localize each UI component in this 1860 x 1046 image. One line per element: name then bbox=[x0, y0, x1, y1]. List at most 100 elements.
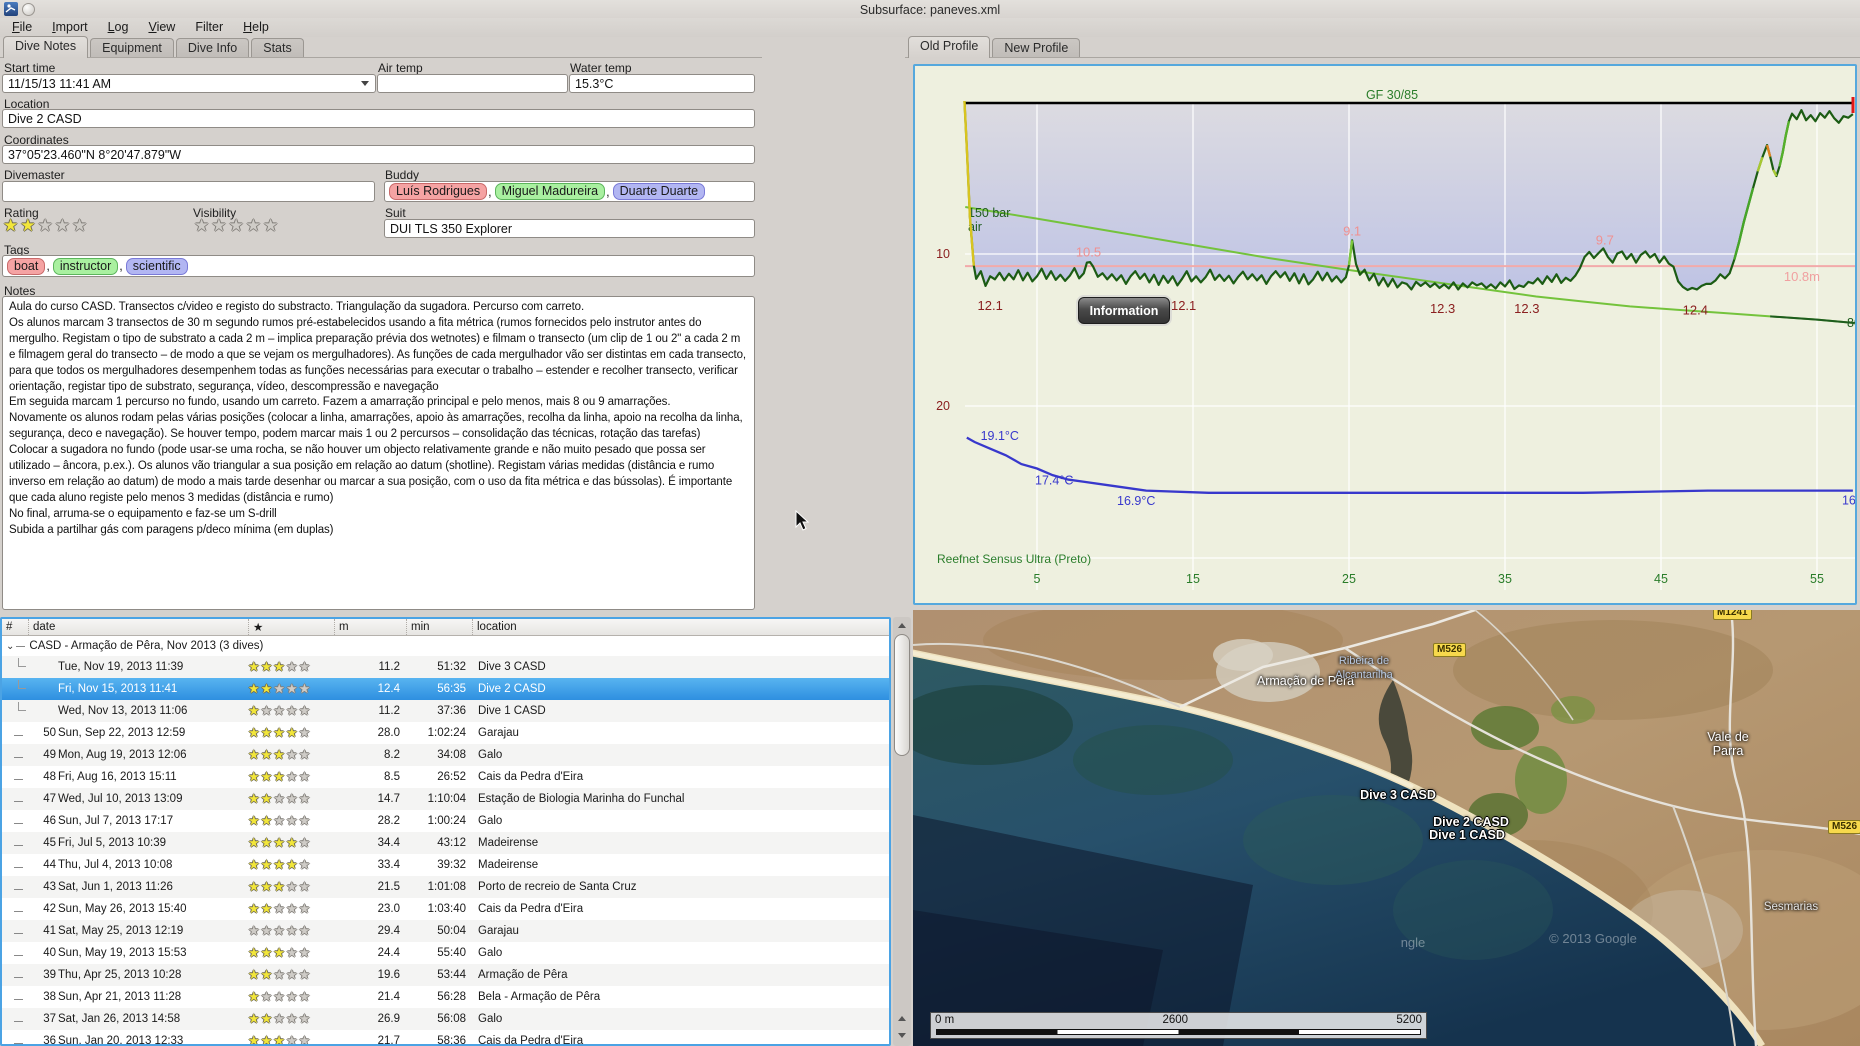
tags-input[interactable]: boat, instructor, scientific bbox=[2, 255, 755, 277]
location-input[interactable] bbox=[2, 109, 755, 128]
dive-row[interactable]: 39 Thu, Apr 25, 2013 10:28 ★★★★★ 19.6 53:44 A… bbox=[2, 964, 889, 986]
expander-icon[interactable]: ⌄ bbox=[6, 641, 14, 652]
map-label-vale-de-parra: Vale de Parra bbox=[1707, 730, 1749, 758]
col-duration[interactable]: min bbox=[406, 619, 472, 635]
tab-equipment[interactable]: Equipment bbox=[90, 38, 174, 58]
dive-list-scrollbar[interactable] bbox=[893, 617, 911, 1046]
menu-view[interactable]: View bbox=[138, 18, 185, 37]
buddy-chip[interactable]: Duarte Duarte bbox=[612, 183, 706, 200]
scroll-up-icon[interactable] bbox=[894, 1011, 910, 1026]
scroll-up-icon[interactable] bbox=[894, 618, 910, 633]
left-tabbar: Dive Notes Equipment Dive Info Stats bbox=[3, 36, 304, 58]
trip-group-row[interactable]: ⌄ CASD - Armação de Pêra, Nov 2013 (3 di… bbox=[2, 636, 889, 656]
scroll-down-icon[interactable] bbox=[894, 1028, 910, 1043]
dive-row[interactable]: 41 Sat, May 25, 2013 12:19 ★★★★★ 29.4 50:04 G… bbox=[2, 920, 889, 942]
dive-profile-chart: 10.8m150 barair8019.1°C17.4°C16.9°C1612.… bbox=[913, 64, 1857, 605]
time-axis-tick: 5 bbox=[1034, 572, 1041, 586]
depth-annotation: 12.3 bbox=[1514, 301, 1539, 316]
dive-row[interactable]: 45 Fri, Jul 5, 2013 10:39 ★★★★★ 34.4 43:12 Ma… bbox=[2, 832, 889, 854]
depth-axis-tick: 10 bbox=[936, 247, 950, 261]
chevron-down-icon[interactable] bbox=[361, 79, 370, 88]
notes-textarea[interactable]: Aula do curso CASD. Transectos c/video e… bbox=[2, 296, 755, 610]
water-temp-input[interactable] bbox=[569, 74, 755, 93]
dive-row[interactable]: 47 Wed, Jul 10, 2013 13:09 ★★★★★ 14.7 1:10:0… bbox=[2, 788, 889, 810]
tag-chip[interactable]: scientific bbox=[125, 257, 188, 275]
dive-row[interactable]: 36 Sun, Jan 20, 2013 12:33 ★★★★★ 21.7 58:36 C… bbox=[2, 1030, 889, 1044]
pressure-start-label: 150 bar bbox=[968, 206, 1010, 220]
tab-new-profile[interactable]: New Profile bbox=[992, 38, 1081, 58]
coordinates-input[interactable] bbox=[2, 145, 755, 164]
temperature-label: 17.4°C bbox=[1035, 474, 1073, 488]
scrollbar-thumb[interactable] bbox=[894, 634, 910, 756]
menubar: File Import Log View Filter Help bbox=[0, 18, 1860, 37]
map-marker-dive-1-casd[interactable]: Dive 1 CASD bbox=[1421, 828, 1513, 842]
depth-annotation: 12.1 bbox=[978, 298, 1003, 313]
air-temp-label: Air temp bbox=[378, 61, 423, 75]
tag-chip[interactable]: instructor bbox=[52, 257, 119, 275]
col-num[interactable]: # bbox=[2, 621, 28, 633]
col-stars[interactable]: ★ bbox=[248, 619, 334, 635]
information-button[interactable]: Information bbox=[1078, 297, 1170, 324]
dive-site-map[interactable]: Armação de Pêra Ribeira de Alcantarilha … bbox=[913, 610, 1860, 1046]
map-marker-dive-2-casd[interactable]: Dive 2 CASD bbox=[1425, 815, 1517, 829]
start-time-input[interactable] bbox=[2, 74, 376, 93]
time-axis-tick: 35 bbox=[1498, 572, 1512, 586]
tree-line bbox=[16, 645, 26, 647]
titlebar: Subsurface: paneves.xml bbox=[0, 0, 1860, 18]
tab-dive-info[interactable]: Dive Info bbox=[175, 38, 250, 58]
dive-row[interactable]: 44 Thu, Jul 4, 2013 10:08 ★★★★★ 33.4 39:32 Ma… bbox=[2, 854, 889, 876]
dive-row[interactable]: 48 Fri, Aug 16, 2013 15:11 ★★★★★ 8.5 26:52 Ca… bbox=[2, 766, 889, 788]
visibility-stars[interactable]: ★★★★★ bbox=[194, 216, 280, 236]
temperature-label: 19.1°C bbox=[981, 429, 1019, 443]
dive-row[interactable]: 43 Sat, Jun 1, 2013 11:26 ★★★★★ 21.5 1:01:08… bbox=[2, 876, 889, 898]
divemaster-label: Divemaster bbox=[4, 168, 65, 182]
start-time-combo[interactable] bbox=[2, 74, 376, 93]
map-label-ribeira-de-alcantarilha: Ribeira de Alcantarilha bbox=[1335, 655, 1393, 681]
tab-old-profile[interactable]: Old Profile bbox=[908, 36, 991, 58]
depth-axis-tick: 20 bbox=[936, 399, 950, 413]
dive-row[interactable]: Fri, Nov 15, 2013 11:41 ★★★★★ 12.4 56:35 Div… bbox=[2, 678, 889, 700]
dive-row[interactable]: 46 Sun, Jul 7, 2013 17:17 ★★★★★ 28.2 1:00:24… bbox=[2, 810, 889, 832]
tab-dive-notes[interactable]: Dive Notes bbox=[3, 36, 89, 58]
profile-tab-divider bbox=[905, 57, 1860, 58]
buddy-chip[interactable]: Luís Rodrigues bbox=[389, 183, 488, 200]
air-temp-input[interactable] bbox=[377, 74, 568, 93]
map-marker-dive-3-casd[interactable]: Dive 3 CASD bbox=[1353, 788, 1443, 802]
dive-row[interactable]: 40 Sun, May 19, 2013 15:53 ★★★★★ 24.4 55:40 G… bbox=[2, 942, 889, 964]
menu-import[interactable]: Import bbox=[42, 18, 97, 37]
dive-row[interactable]: 37 Sat, Jan 26, 2013 14:58 ★★★★★ 26.9 56:08 G… bbox=[2, 1008, 889, 1030]
menu-filter[interactable]: Filter bbox=[185, 18, 233, 37]
col-date[interactable]: date bbox=[28, 619, 248, 635]
suit-input[interactable] bbox=[384, 219, 755, 238]
menu-log[interactable]: Log bbox=[98, 18, 139, 37]
dive-list[interactable]: # date ★ m min location ⌄ CASD - Armação… bbox=[0, 617, 891, 1046]
scale-bar-ruler bbox=[936, 1029, 1421, 1035]
buddy-chip[interactable]: Miguel Madureira bbox=[494, 183, 606, 200]
menu-file[interactable]: File bbox=[2, 18, 42, 37]
trip-label: CASD - Armação de Pêra, Nov 2013 (3 dive… bbox=[29, 640, 264, 652]
time-axis-tick: 55 bbox=[1810, 572, 1824, 586]
water-temp-label: Water temp bbox=[570, 61, 632, 75]
scale-middle: 2600 bbox=[1162, 1014, 1189, 1026]
dive-row[interactable]: Tue, Nov 19, 2013 11:39 ★★★★★ 11.2 51:32 Div… bbox=[2, 656, 889, 678]
col-location[interactable]: location bbox=[472, 619, 889, 635]
depth-annotation: 9.1 bbox=[1343, 223, 1361, 238]
dive-row[interactable]: 38 Sun, Apr 21, 2013 11:28 ★★★★★ 21.4 56:28 B… bbox=[2, 986, 889, 1008]
avg-depth-label: 10.8m bbox=[1784, 269, 1820, 284]
col-depth[interactable]: m bbox=[334, 619, 406, 635]
time-axis-tick: 25 bbox=[1342, 572, 1356, 586]
gf-label: GF 30/85 bbox=[1366, 88, 1418, 102]
dive-row[interactable]: Wed, Nov 13, 2013 11:06 ★★★★★ 11.2 37:36 Div… bbox=[2, 700, 889, 722]
tab-stats[interactable]: Stats bbox=[251, 38, 304, 58]
menu-help[interactable]: Help bbox=[233, 18, 279, 37]
device-label: Reefnet Sensus Ultra (Preto) bbox=[937, 552, 1091, 566]
depth-annotation: 10.5 bbox=[1076, 245, 1101, 260]
dive-list-header[interactable]: # date ★ m min location bbox=[2, 619, 889, 636]
dive-row[interactable]: 42 Sun, May 26, 2013 15:40 ★★★★★ 23.0 1:03:4… bbox=[2, 898, 889, 920]
dive-row[interactable]: 50 Sun, Sep 22, 2013 12:59 ★★★★★ 28.0 1:02:2… bbox=[2, 722, 889, 744]
dive-row[interactable]: 49 Mon, Aug 19, 2013 12:06 ★★★★★ 8.2 34:08 Ga… bbox=[2, 744, 889, 766]
tag-chip[interactable]: boat bbox=[7, 257, 46, 275]
rating-stars[interactable]: ★★★★★ bbox=[3, 216, 89, 236]
divemaster-input[interactable] bbox=[2, 181, 375, 202]
buddy-input[interactable]: Luís Rodrigues, Miguel Madureira, Duarte… bbox=[384, 181, 755, 202]
